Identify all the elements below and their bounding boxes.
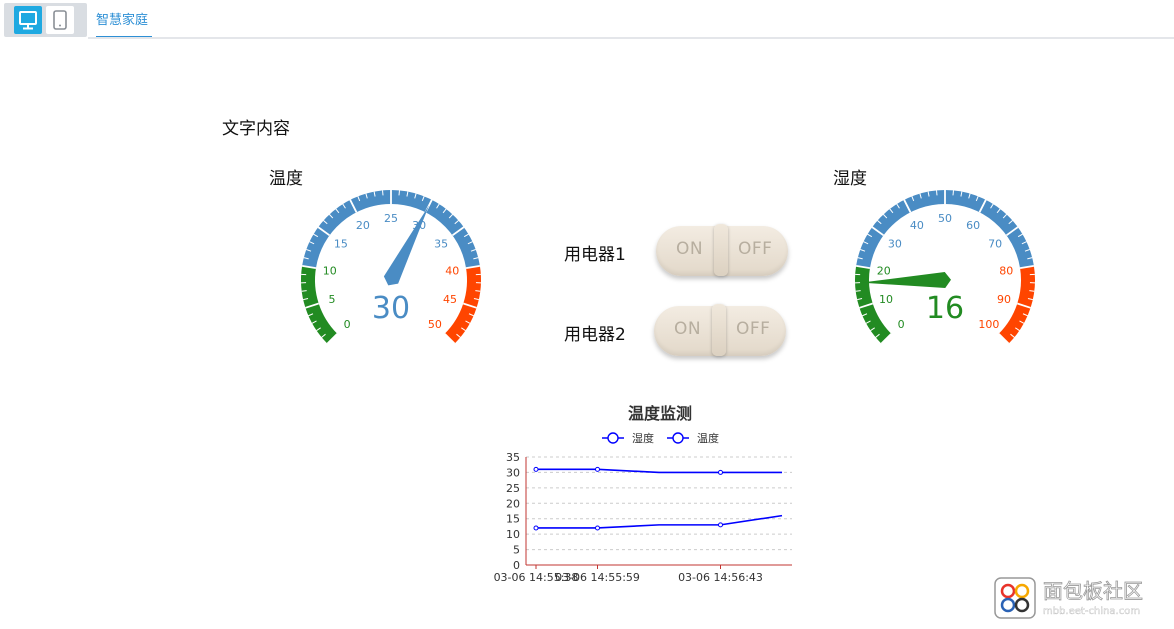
data-point[interactable] xyxy=(595,525,600,531)
legend-marker[interactable] xyxy=(672,432,684,444)
mobile-view-button[interactable] xyxy=(46,6,74,34)
gauge-tick-label: 15 xyxy=(334,238,348,251)
gauge-tick-label: 25 xyxy=(384,212,398,225)
monitor-icon xyxy=(19,11,37,30)
gauge-tick-label: 90 xyxy=(997,293,1011,306)
data-point[interactable] xyxy=(718,469,723,475)
top-bar: 智慧家庭 xyxy=(0,0,1174,40)
gauge-tick-label: 10 xyxy=(879,293,893,306)
gauge-tick-label: 70 xyxy=(988,238,1002,251)
gauge-tick-label: 40 xyxy=(910,219,924,232)
gauge-tick-label: 30 xyxy=(888,238,902,251)
watermark-text: 面包板社区 xyxy=(1043,579,1143,603)
watermark: 面包板社区 mbb.eet-china.com xyxy=(993,576,1173,624)
gauge-tick-label: 60 xyxy=(966,219,980,232)
gauge-tick-label: 80 xyxy=(999,264,1013,277)
data-point[interactable] xyxy=(595,466,600,472)
toggle-knob[interactable] xyxy=(712,304,726,356)
gauge-tick-label: 20 xyxy=(356,219,370,232)
tab-smart-home[interactable]: 智慧家庭 xyxy=(96,9,148,28)
gauge-tick-label: 50 xyxy=(938,212,952,225)
desktop-view-button[interactable] xyxy=(14,6,42,34)
line-chart: 0510152025303503-06 14:55:3803-06 14:55:… xyxy=(494,431,792,584)
gauge-tick-label: 45 xyxy=(443,293,457,306)
watermark-logo-icon xyxy=(994,577,1036,619)
gauge-pointer xyxy=(861,272,951,288)
watermark-subtext: mbb.eet-china.com xyxy=(1043,606,1140,617)
content-title: 文字内容 xyxy=(222,119,290,139)
data-point[interactable] xyxy=(533,525,539,531)
device-switcher xyxy=(4,3,87,37)
toggle-off-label: OFF xyxy=(736,319,771,339)
gauge-tick xyxy=(475,290,481,292)
gauge-tick-label: 0 xyxy=(898,318,905,331)
gauge-tick-label: 20 xyxy=(877,264,891,277)
appliance2-label: 用电器2 xyxy=(564,325,626,345)
appliance2-toggle[interactable]: ON OFF xyxy=(654,304,786,356)
gauge-tick xyxy=(301,290,307,292)
y-tick-label: 10 xyxy=(506,528,520,541)
gauge-tick-label: 35 xyxy=(434,238,448,251)
legend-label[interactable]: 温度 xyxy=(697,431,719,445)
toggle-on-label: ON xyxy=(674,319,702,339)
legend-label[interactable]: 湿度 xyxy=(632,431,654,445)
series-line xyxy=(536,468,782,474)
toggle-off-label: OFF xyxy=(738,239,773,259)
toggle-knob[interactable] xyxy=(714,224,728,276)
x-tick-label: 03-06 14:56:43 xyxy=(678,571,763,584)
gauge-tick-label: 0 xyxy=(344,318,351,331)
y-tick-label: 35 xyxy=(506,451,520,464)
gauge-tick xyxy=(1029,290,1035,292)
gauge-tick-label: 10 xyxy=(323,264,337,277)
data-point[interactable] xyxy=(533,466,539,472)
series-line xyxy=(536,514,783,529)
y-tick-label: 15 xyxy=(506,513,520,526)
y-tick-label: 25 xyxy=(506,482,520,495)
phone-icon xyxy=(53,10,67,30)
temperature-gauge: 0510152025303540455030 xyxy=(301,190,481,345)
x-tick-label: 03-06 14:55:59 xyxy=(555,571,640,584)
gauge-tick-label: 40 xyxy=(445,264,459,277)
gauge-value: 16 xyxy=(926,291,964,326)
appliance1-toggle[interactable]: ON OFF xyxy=(656,224,788,276)
gauge-tick-label: 5 xyxy=(329,293,336,306)
legend-marker[interactable] xyxy=(607,432,619,444)
gauge-band xyxy=(856,190,1034,269)
appliance1-label: 用电器1 xyxy=(564,245,626,265)
gauge-value: 30 xyxy=(372,291,410,326)
toggle-on-label: ON xyxy=(676,239,704,259)
chart-title: 温度监测 xyxy=(627,404,692,423)
y-tick-label: 20 xyxy=(506,497,520,510)
gauge-tick xyxy=(855,290,861,292)
gauge-tick-label: 100 xyxy=(978,318,999,331)
y-tick-label: 5 xyxy=(513,544,520,557)
humidity-gauge: 0 10 20 30 40 50 60 70 80 90 100 16 xyxy=(855,190,1035,345)
data-point[interactable] xyxy=(718,522,723,528)
gauge-band xyxy=(302,190,480,269)
tab-divider xyxy=(88,37,1174,39)
gauge-tick-label: 50 xyxy=(428,318,442,331)
y-tick-label: 30 xyxy=(506,466,520,479)
